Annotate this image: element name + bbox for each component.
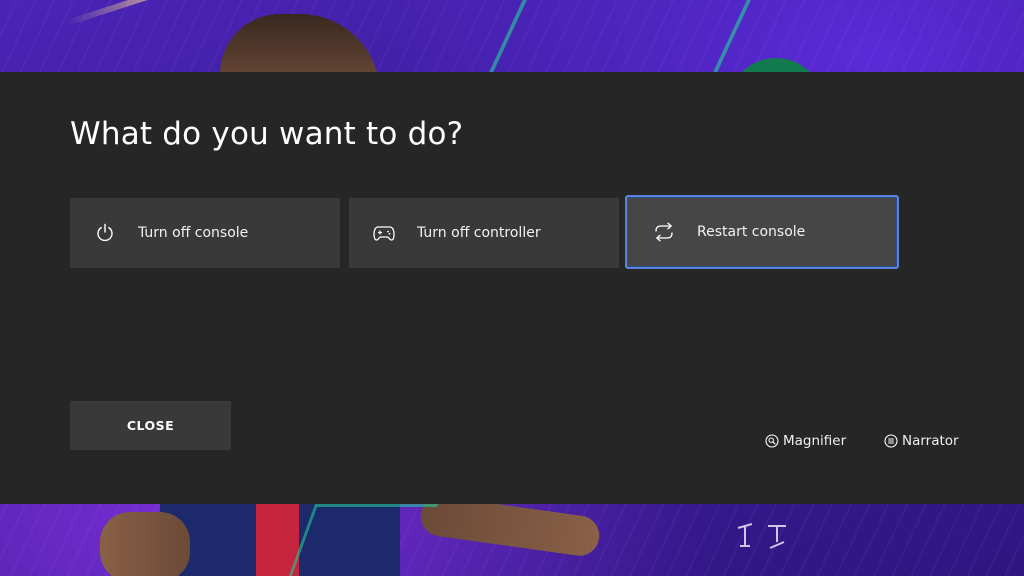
restart-console-button[interactable]: Restart console	[625, 195, 899, 269]
magnifier-icon	[765, 434, 779, 448]
turn-off-controller-label: Turn off controller	[417, 225, 541, 241]
screen: What do you want to do? Turn off console	[0, 0, 1024, 576]
power-icon	[94, 222, 116, 244]
turn-off-console-label: Turn off console	[138, 225, 249, 241]
narrator-button[interactable]: Narrator	[884, 433, 959, 449]
narrator-label: Narrator	[902, 433, 959, 449]
close-button[interactable]: CLOSE	[70, 401, 231, 450]
narrator-icon	[884, 434, 898, 448]
background-glyph-icon	[737, 523, 786, 549]
power-options-dialog: What do you want to do? Turn off console	[0, 72, 1024, 504]
magnifier-label: Magnifier	[783, 433, 847, 449]
turn-off-controller-button[interactable]: Turn off controller	[349, 198, 619, 268]
magnifier-button[interactable]: Magnifier	[765, 433, 846, 449]
dialog-title: What do you want to do?	[70, 116, 464, 152]
background-glyph	[736, 522, 792, 559]
controller-icon	[373, 222, 395, 244]
restart-console-label: Restart console	[697, 224, 806, 240]
background-player-hand	[100, 512, 190, 576]
turn-off-console-button[interactable]: Turn off console	[70, 198, 340, 268]
restart-icon	[653, 221, 675, 243]
